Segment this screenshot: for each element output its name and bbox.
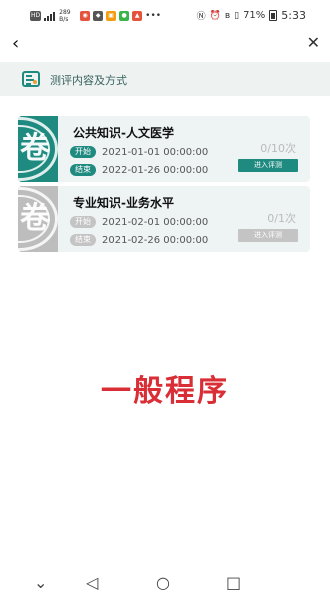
system-nav-bar: ⌄ ◁ ○ □ [0, 570, 330, 600]
vibrate-icon: ▯ [234, 10, 240, 21]
end-tag: 结束 [70, 234, 96, 246]
attempt-count: 0/1次 [267, 212, 296, 225]
app2-icon: ● [119, 11, 130, 21]
paper-seal-icon: 卷 [18, 116, 58, 182]
square-recents-icon[interactable]: □ [226, 574, 241, 592]
back-icon[interactable]: ‹ [12, 34, 19, 54]
end-time: 2022-01-26 00:00:00 [102, 164, 209, 176]
paper-seal-icon: 卷 [18, 186, 58, 252]
attempt-count: 0/10次 [260, 142, 296, 155]
enter-exam-button[interactable]: 进入评测 [238, 159, 298, 172]
end-row: 结束 2021-02-26 00:00:00 [70, 234, 208, 246]
top-nav: ‹ ✕ [0, 32, 330, 58]
start-row: 开始 2021-02-01 00:00:00 [70, 216, 208, 228]
app3-icon: ▲ [132, 11, 143, 21]
enter-exam-button[interactable]: 进入评测 [238, 229, 298, 242]
bluetooth-icon: ʙ [224, 10, 231, 21]
start-tag: 开始 [70, 216, 96, 228]
circle-home-icon[interactable]: ○ [156, 574, 170, 592]
start-time: 2021-02-01 00:00:00 [102, 216, 209, 228]
hd-icon: HD [30, 11, 42, 21]
clock: 5:33 [281, 9, 306, 22]
status-left: HD 289 B/s ◉ ◆ ▣ ● ▲ ••• [30, 9, 161, 23]
app-icon: ▣ [106, 11, 117, 21]
section-header: 测评内容及方式 [0, 62, 330, 96]
section-title: 测评内容及方式 [50, 74, 127, 87]
status-bar: HD 289 B/s ◉ ◆ ▣ ● ▲ ••• Ⓝ ⏰ ʙ ▯ 71% 5:3… [0, 0, 330, 30]
start-row: 开始 2021-01-01 00:00:00 [70, 146, 208, 158]
alarm-icon: ⏰ [209, 10, 221, 21]
close-icon[interactable]: ✕ [307, 33, 320, 53]
chevron-down-icon[interactable]: ⌄ [34, 574, 47, 592]
end-time: 2021-02-26 00:00:00 [102, 234, 209, 246]
card-title: 专业知识-业务水平 [73, 196, 174, 210]
end-row: 结束 2022-01-26 00:00:00 [70, 164, 208, 176]
more-dots-icon: ••• [145, 11, 162, 21]
exam-card-1[interactable]: 卷 公共知识-人文医学 开始 2021-01-01 00:00:00 结束 20… [18, 116, 310, 182]
signal-icon [44, 11, 56, 21]
battery-icon [269, 10, 278, 21]
chat-icon: ◆ [93, 11, 104, 21]
end-tag: 结束 [70, 164, 96, 176]
battery-percent: 71% [243, 10, 266, 21]
list-check-icon [22, 71, 40, 87]
start-time: 2021-01-01 00:00:00 [102, 146, 209, 158]
exam-card-2[interactable]: 卷 专业知识-业务水平 开始 2021-02-01 00:00:00 结束 20… [18, 186, 310, 252]
message-icon: ◉ [80, 11, 91, 21]
network-speed: 289 B/s [59, 9, 71, 23]
card-title: 公共知识-人文医学 [73, 126, 174, 140]
triangle-back-icon[interactable]: ◁ [86, 574, 98, 592]
status-right: Ⓝ ⏰ ʙ ▯ 71% 5:33 [197, 9, 306, 22]
start-tag: 开始 [70, 146, 96, 158]
nfc-icon: Ⓝ [196, 12, 206, 22]
overlay-caption: 一般程序 [101, 374, 229, 409]
